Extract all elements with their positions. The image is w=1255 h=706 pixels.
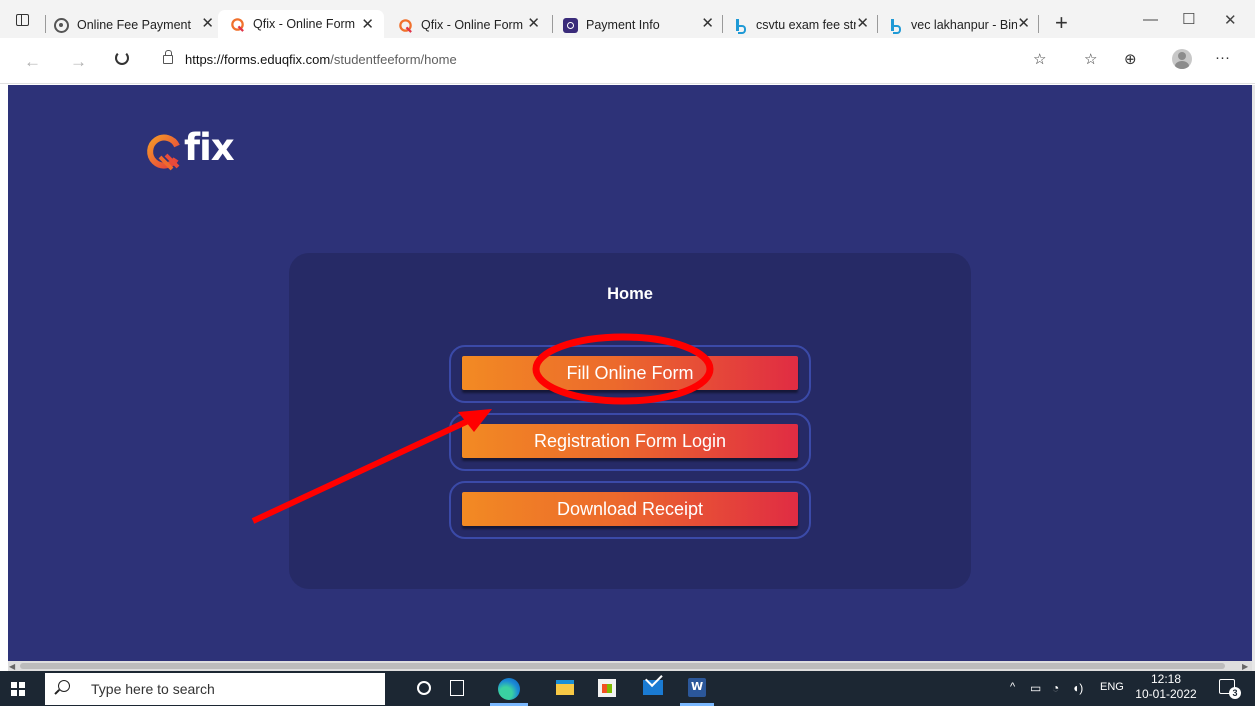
edge-browser-icon[interactable] <box>498 678 520 700</box>
page-viewport: fix Home Fill Online Form Registration F… <box>8 85 1252 661</box>
mail-icon[interactable] <box>643 680 663 695</box>
qfix-logo[interactable]: fix <box>146 126 276 175</box>
qfix-icon <box>230 17 245 32</box>
minimize-button[interactable]: — <box>1143 11 1158 28</box>
favorites-icon[interactable]: ☆ <box>1084 50 1097 68</box>
tab-close-icon[interactable]: ✕ <box>1017 14 1030 32</box>
url-path: /studentfeeform/home <box>330 52 457 67</box>
tab-close-icon[interactable]: ✕ <box>527 14 540 32</box>
tab-qfix-online-form-active[interactable]: Qfix - Online Form ✕ <box>218 10 384 38</box>
qfix-icon <box>398 18 413 33</box>
lock-icon[interactable] <box>163 50 173 64</box>
tab-close-icon[interactable]: ✕ <box>701 14 714 32</box>
page-title: Home <box>607 285 653 303</box>
taskbar-clock[interactable]: 12:18 10-01-2022 <box>1133 672 1199 702</box>
scroll-right-icon[interactable]: ▶ <box>1242 662 1248 671</box>
tab-csvtu-exam-fee[interactable]: csvtu exam fee stru ✕ <box>733 12 869 38</box>
add-favorite-icon[interactable]: ☆ <box>1033 50 1046 68</box>
download-receipt-button[interactable]: Download Receipt <box>462 492 798 526</box>
search-icon <box>58 680 70 692</box>
bing-icon <box>733 18 748 34</box>
profile-avatar-icon[interactable] <box>1172 49 1192 69</box>
show-hidden-icons-chevron-icon[interactable]: ^ <box>1010 681 1015 693</box>
tab-label: vec lakhanpur - Bin <box>911 18 1017 32</box>
word-icon[interactable] <box>688 678 706 697</box>
tab-strip: Online Fee Payment ✕ Qfix - Online Form … <box>0 0 1255 38</box>
wifi-icon[interactable]: ◔ <box>1052 681 1059 695</box>
tab-separator <box>1038 15 1039 33</box>
address-bar[interactable]: https://forms.eduqfix.com/studentfeeform… <box>185 52 457 67</box>
new-tab-button[interactable]: + <box>1055 12 1068 34</box>
logo-text: fix <box>184 126 235 169</box>
tab-actions-icon[interactable] <box>12 10 34 30</box>
refresh-icon[interactable] <box>115 51 129 65</box>
language-indicator[interactable]: ENG <box>1100 681 1124 693</box>
registration-form-login-button[interactable]: Registration Form Login <box>462 424 798 458</box>
tab-separator <box>722 15 723 33</box>
windows-start-icon[interactable] <box>11 682 25 696</box>
taskbar-search-box[interactable]: Type here to search <box>45 673 385 705</box>
tab-label: Qfix - Online Form <box>253 17 356 31</box>
more-options-icon[interactable]: ··· <box>1215 49 1230 66</box>
horizontal-scrollbar[interactable]: ◀ ▶ <box>8 661 1252 671</box>
tab-online-fee-payment[interactable]: Online Fee Payment ✕ <box>54 12 214 38</box>
maximize-button[interactable]: ☐ <box>1182 10 1195 28</box>
file-explorer-icon[interactable] <box>556 680 574 695</box>
browser-toolbar: ← → https://forms.eduqfix.com/studentfee… <box>0 38 1255 84</box>
back-arrow-icon[interactable]: ← <box>24 52 41 72</box>
forward-arrow-icon[interactable]: → <box>70 52 87 72</box>
volume-icon[interactable]: ◖) <box>1072 681 1083 695</box>
home-card: Home Fill Online Form Registration Form … <box>289 253 971 589</box>
tab-separator <box>45 15 46 33</box>
download-receipt-frame: Download Receipt <box>449 481 811 539</box>
clock-date: 10-01-2022 <box>1135 687 1197 701</box>
tab-separator <box>877 15 878 33</box>
bing-icon <box>888 18 903 34</box>
tab-close-icon[interactable]: ✕ <box>361 15 374 33</box>
tab-qfix-online-form[interactable]: Qfix - Online Form ✕ <box>398 12 540 38</box>
taskbar: Type here to search ^ ▭ ◔ ◖) ENG 12:18 1… <box>0 671 1255 706</box>
tab-close-icon[interactable]: ✕ <box>856 14 869 32</box>
scrollbar-thumb[interactable] <box>20 663 1225 669</box>
tab-label: csvtu exam fee stru <box>756 18 856 32</box>
cortana-icon[interactable] <box>417 681 431 695</box>
tab-payment-info[interactable]: Payment Info ✕ <box>563 12 714 38</box>
task-view-icon[interactable] <box>450 680 464 696</box>
search-placeholder: Type here to search <box>91 681 215 697</box>
gear-icon <box>54 17 69 33</box>
qfix-logo-mark-icon <box>147 134 180 171</box>
tab-vec-lakhanpur[interactable]: vec lakhanpur - Bin ✕ <box>888 12 1030 38</box>
tab-separator <box>552 15 553 33</box>
fill-online-form-frame: Fill Online Form <box>449 345 811 403</box>
payment-icon <box>563 17 578 33</box>
collections-icon[interactable]: ⊕ <box>1124 50 1137 68</box>
clock-time: 12:18 <box>1150 672 1182 686</box>
tab-close-icon[interactable]: ✕ <box>201 14 214 32</box>
url-host: https://forms.eduqfix.com <box>185 52 331 67</box>
battery-icon[interactable]: ▭ <box>1030 681 1041 695</box>
scroll-left-icon[interactable]: ◀ <box>9 662 15 671</box>
notification-count-badge: 3 <box>1229 687 1241 699</box>
tab-label: Online Fee Payment <box>77 18 191 32</box>
registration-login-frame: Registration Form Login <box>449 413 811 471</box>
tab-label: Qfix - Online Form <box>421 18 524 32</box>
microsoft-store-icon[interactable] <box>598 679 616 697</box>
tab-label: Payment Info <box>586 18 660 32</box>
fill-online-form-button[interactable]: Fill Online Form <box>462 356 798 390</box>
window-close-button[interactable]: ✕ <box>1224 11 1237 29</box>
